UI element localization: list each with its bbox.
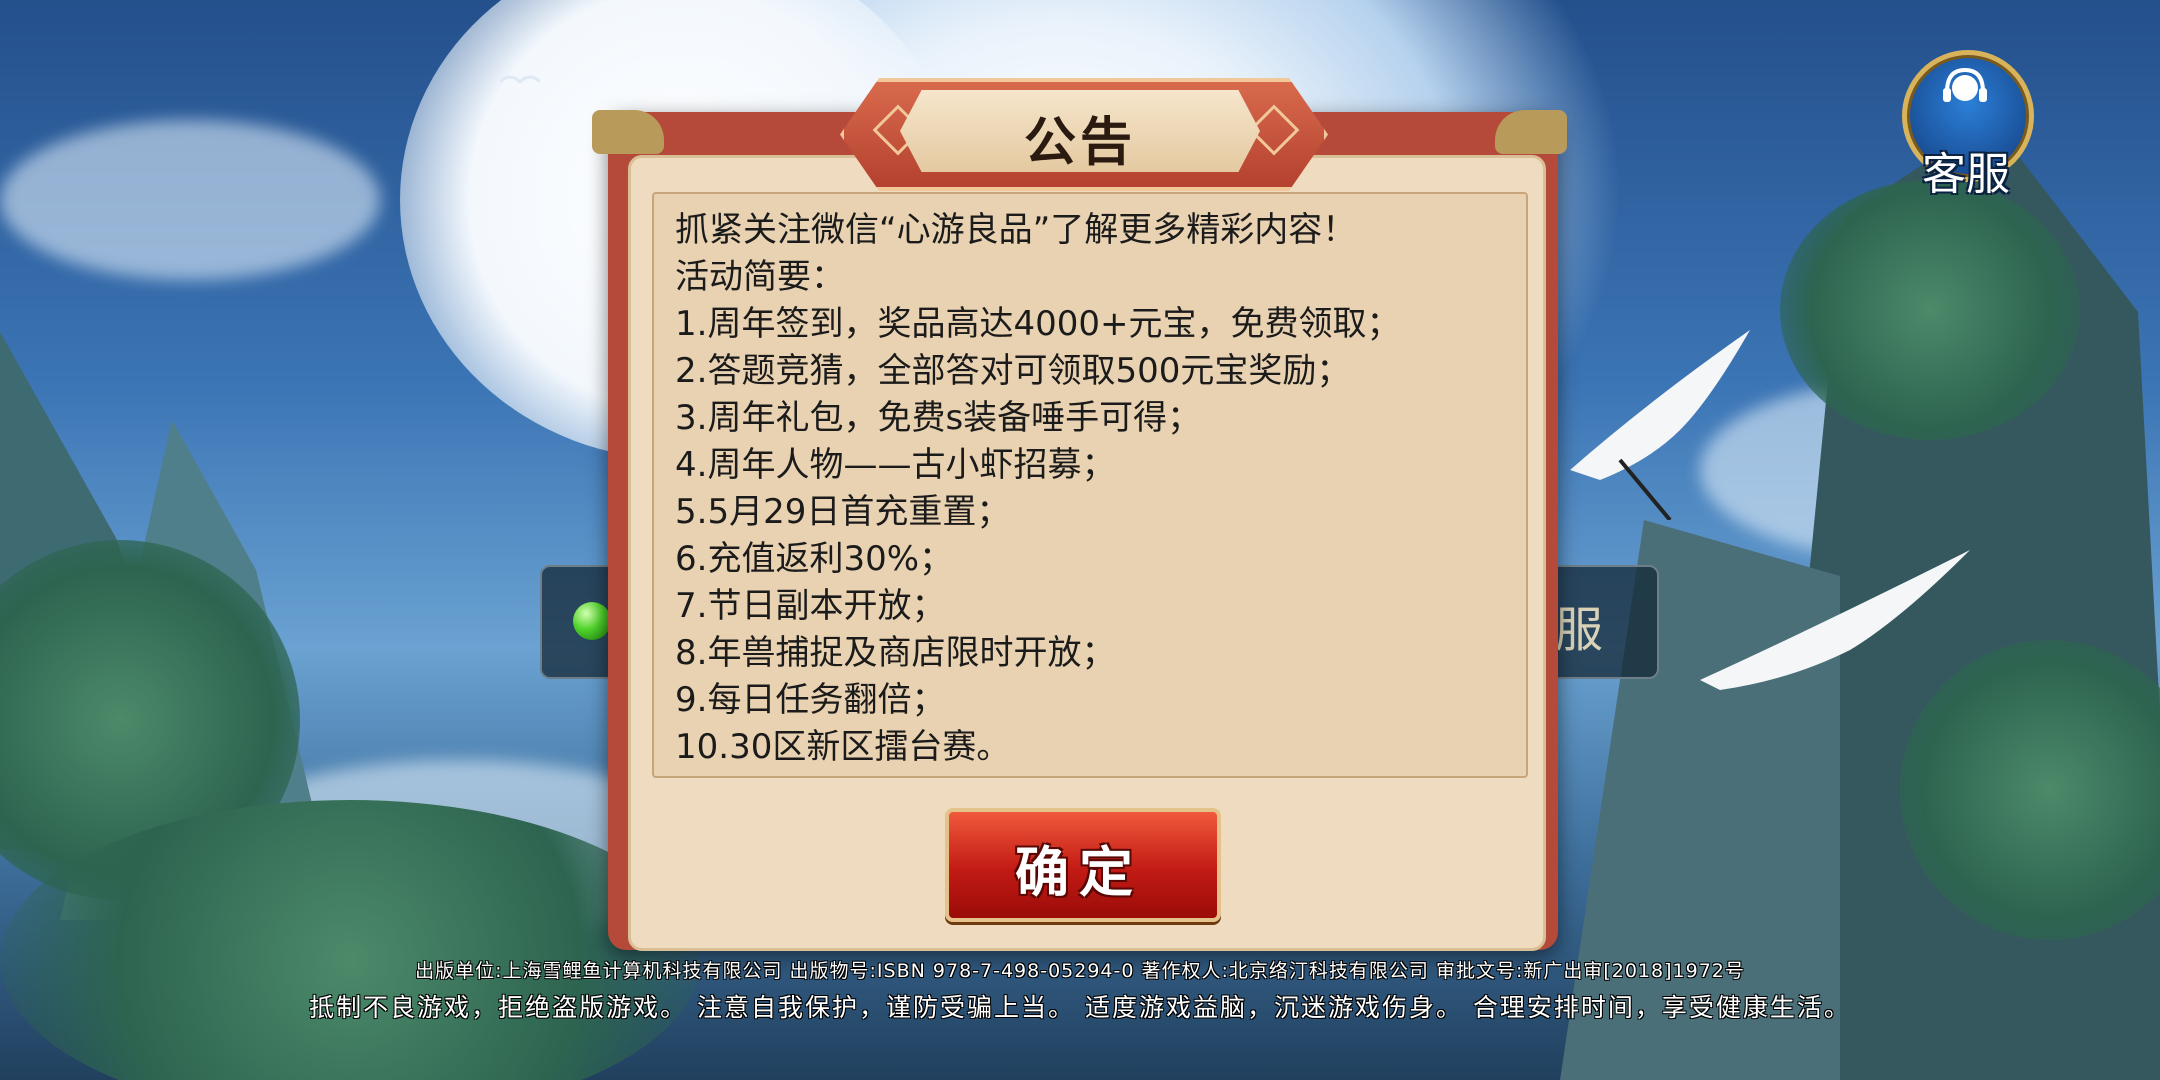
notice-line: 抓紧关注微信“心游良品”了解更多精彩内容！ xyxy=(675,210,1357,250)
frame-ornament-right xyxy=(1495,110,1567,154)
server-label-fragment: 服 xyxy=(1555,602,1604,658)
cloud xyxy=(0,120,380,280)
customer-service-label: 客服 xyxy=(1922,149,2010,200)
notice-line: 6.充值返利30%； xyxy=(675,539,954,579)
notice-line: 5.5月29日首充重置； xyxy=(675,492,1011,532)
headset-icon xyxy=(1943,67,1987,102)
notice-line: 7.节日副本开放； xyxy=(675,586,946,626)
notice-line: 2.答题竞猜，全部答对可领取500元宝奖励； xyxy=(675,351,1351,391)
confirm-button-label[interactable]: 确定 xyxy=(945,828,1213,907)
health-advisory: 抵制不良游戏，拒绝盗版游戏。 注意自我保护，谨防受骗上当。 适度游戏益脑，沉迷游… xyxy=(309,993,1851,1022)
notice-line: 3.周年礼包，免费s装备唾手可得； xyxy=(675,398,1202,438)
publisher-info: 出版单位:上海雪鲤鱼计算机科技有限公司 出版物号:ISBN 978-7-498-… xyxy=(415,960,1745,982)
dialog-title: 公告 xyxy=(1023,113,1136,173)
bird-image xyxy=(500,75,540,85)
notice-line: 8.年兽捕捉及商店限时开放； xyxy=(675,633,1116,673)
notice-line: 9.每日任务翻倍； xyxy=(675,680,946,720)
notice-line: 1.周年签到，奖品高达4000+元宝，免费领取； xyxy=(675,304,1401,344)
foliage xyxy=(1780,180,2080,440)
notice-line: 4.周年人物——古小虾招募； xyxy=(675,445,1116,485)
frame-ornament-left xyxy=(592,110,664,154)
notice-line: 活动简要： xyxy=(675,257,845,297)
green-orb-icon xyxy=(573,602,611,640)
crane-image xyxy=(1570,330,1750,520)
crane-image xyxy=(1700,550,1970,690)
notice-line: 10.30区新区擂台赛。 xyxy=(675,727,1011,767)
